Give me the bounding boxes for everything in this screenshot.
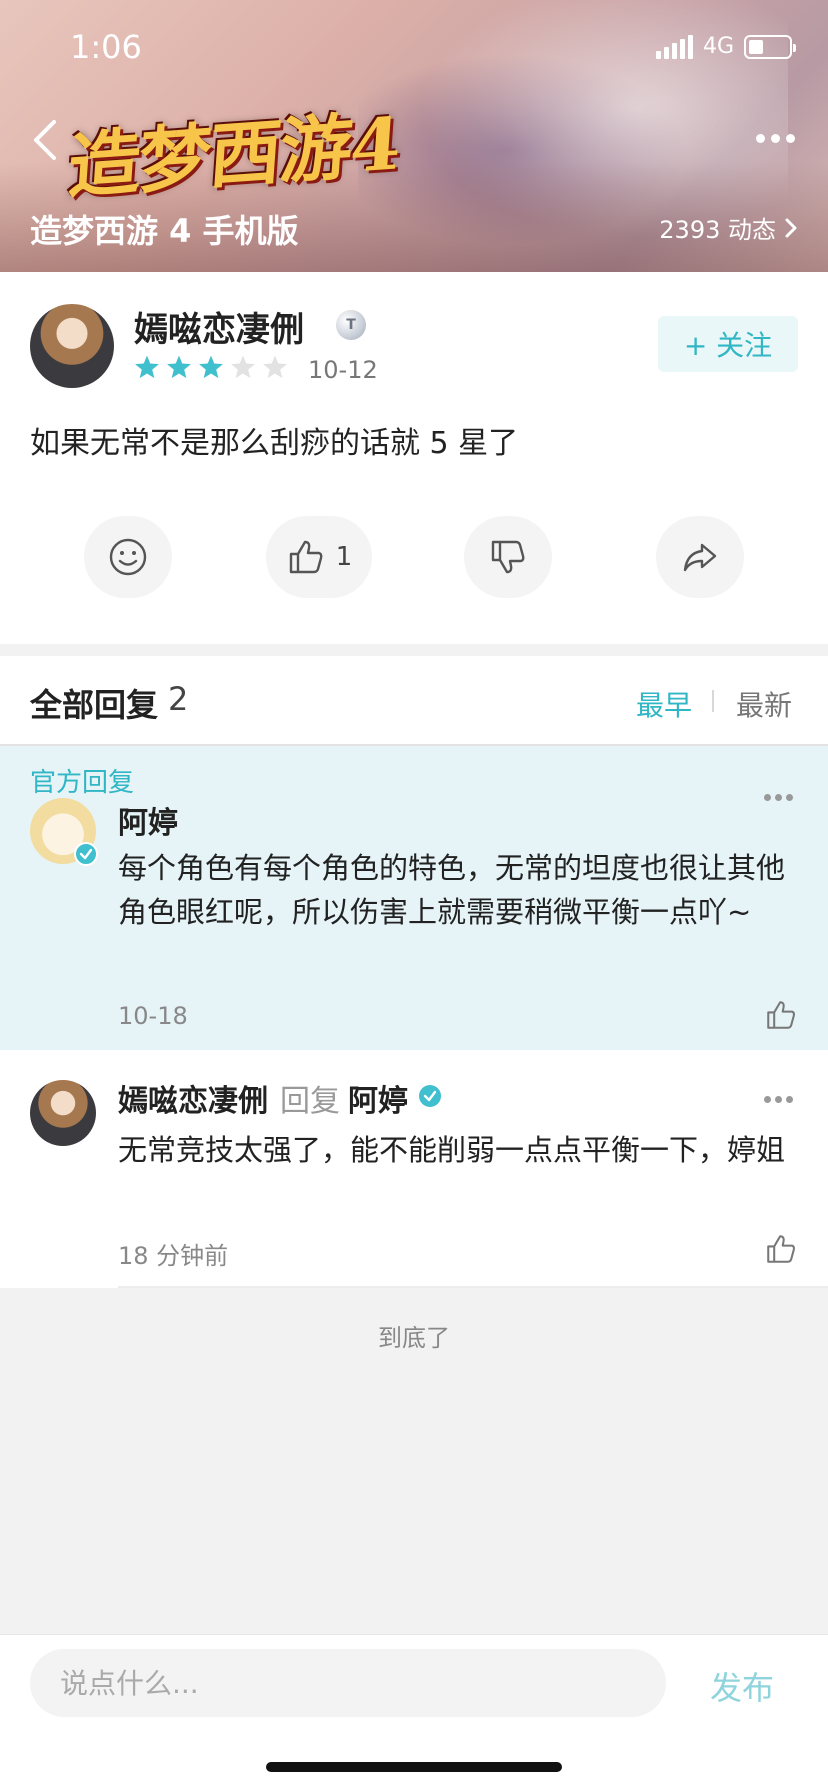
verified-badge-icon — [419, 1085, 441, 1107]
status-indicators: 4G — [655, 34, 796, 59]
thumbs-up-icon[interactable] — [764, 1232, 798, 1266]
star-filled-icon — [135, 355, 159, 379]
rating-stars — [134, 354, 288, 380]
game-title[interactable]: 造梦西游 4 手机版 — [30, 206, 299, 252]
dynamics-label: 2393 动态 — [659, 216, 776, 244]
replies-count: 2 — [168, 680, 189, 718]
star-empty-icon — [231, 355, 255, 379]
comment-input[interactable] — [30, 1649, 666, 1717]
reply-author[interactable]: 嫣嗞恋凄侀 — [118, 1076, 268, 1120]
more-menu-icon[interactable] — [756, 126, 800, 150]
game-banner: 1:06 4G 造梦西游4 造梦西游 4 手机版 2393 动态 — [0, 0, 828, 272]
avatar[interactable] — [30, 304, 114, 388]
post-text: 如果无常不是那么刮痧的话就 5 星了 — [30, 426, 519, 461]
emoji-button[interactable] — [84, 516, 172, 598]
battery-icon — [744, 34, 796, 59]
star-empty-icon — [263, 355, 287, 379]
replies-header: 全部回复 2 最早 最新 — [0, 656, 828, 746]
reply-text: 无常竞技太强了，能不能削弱一点点平衡一下，婷姐 — [118, 1133, 786, 1167]
status-time: 1:06 — [70, 28, 142, 66]
reply-item: 嫣嗞恋凄侀 回复 阿婷 无常竞技太强了，能不能削弱一点点平衡一下，婷姐 18 分… — [0, 1050, 828, 1288]
avatar[interactable] — [30, 1080, 96, 1146]
thumbs-up-icon[interactable] — [764, 998, 798, 1032]
smiley-icon — [109, 538, 147, 576]
sort-divider — [712, 690, 714, 712]
post-username[interactable]: 嫣嗞恋凄侀 — [134, 302, 304, 351]
publish-button[interactable]: 发布 — [710, 1663, 774, 1709]
back-icon[interactable] — [26, 116, 66, 164]
dislike-button[interactable] — [464, 516, 552, 598]
signal-icon — [655, 34, 693, 59]
end-of-list-tip: 到底了 — [378, 1324, 450, 1352]
follow-button[interactable]: + 关注 — [658, 316, 798, 372]
reply-to-user[interactable]: 阿婷 — [348, 1076, 408, 1120]
share-button[interactable] — [656, 516, 744, 598]
reply-text: 每个角色有每个角色的特色，无常的坦度也很让其他角色眼红呢，所以伤害上就需要稍微平… — [118, 851, 786, 929]
like-count: 1 — [335, 542, 353, 572]
official-reply: 官方回复 阿婷 每个角色有每个角色的特色，无常的坦度也很让其他角色眼红呢，所以伤… — [0, 746, 828, 1050]
verified-badge-icon — [74, 842, 98, 866]
more-options-icon[interactable] — [764, 794, 794, 804]
star-filled-icon — [199, 355, 223, 379]
review-post: 嫣嗞恋凄侀 T 10-12 + 关注 如果无常不是那么刮痧的话就 5 星了 1 — [0, 272, 828, 644]
level-badge-icon: T — [336, 310, 366, 340]
star-filled-icon — [167, 355, 191, 379]
share-icon — [683, 543, 717, 572]
avatar[interactable] — [30, 798, 98, 866]
divider — [118, 1286, 828, 1288]
thumbs-down-icon — [491, 540, 525, 574]
reply-to-word: 回复 — [280, 1084, 340, 1119]
chevron-right-icon — [785, 218, 797, 237]
more-options-icon[interactable] — [764, 1096, 794, 1106]
sort-newest-tab[interactable]: 最新 — [736, 684, 792, 724]
home-indicator[interactable] — [266, 1762, 562, 1772]
dynamics-link[interactable]: 2393 动态 — [659, 210, 798, 245]
replies-title: 全部回复 — [30, 686, 159, 724]
reply-author[interactable]: 阿婷 — [118, 798, 178, 842]
reply-time: 18 分钟前 — [118, 1242, 229, 1270]
sort-earliest-tab[interactable]: 最早 — [636, 684, 692, 724]
post-date: 10-12 — [308, 356, 378, 384]
reply-time: 10-18 — [118, 1002, 188, 1030]
network-label: 4G — [702, 34, 734, 59]
thumbs-up-icon — [289, 540, 323, 574]
post-actions: 1 — [0, 516, 828, 600]
like-button[interactable]: 1 — [266, 516, 372, 598]
official-reply-label: 官方回复 — [30, 768, 135, 798]
